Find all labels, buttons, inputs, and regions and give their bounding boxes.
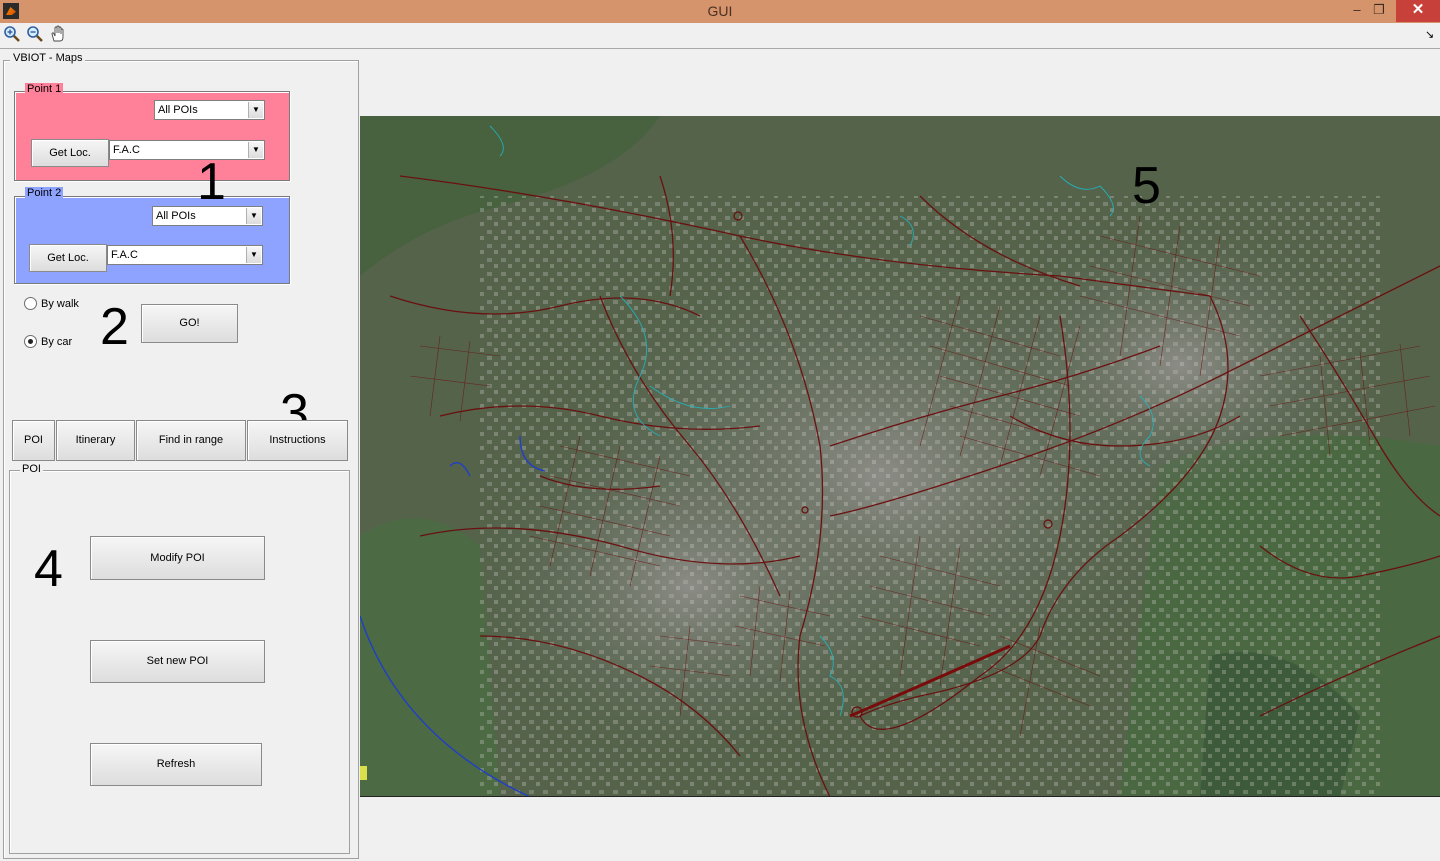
figure-toolbar: ↘ <box>0 23 1440 49</box>
tab-find-in-range[interactable]: Find in range <box>136 420 246 461</box>
point2-filter-value: All POIs <box>156 210 196 222</box>
set-new-poi-label: Set new POI <box>146 655 209 667</box>
modify-poi-button[interactable]: Modify POI <box>90 536 265 580</box>
chevron-down-icon: ▼ <box>246 247 261 263</box>
dock-arrow-icon[interactable]: ↘ <box>1425 28 1434 41</box>
point1-location-select[interactable]: F.A.C ▼ <box>109 140 265 160</box>
point2-location-value: F.A.C <box>111 249 138 261</box>
annotation-1: 1 <box>197 153 226 211</box>
chevron-down-icon: ▼ <box>248 142 263 158</box>
pan-hand-icon[interactable] <box>48 25 68 45</box>
zoom-out-icon[interactable] <box>25 25 45 45</box>
chevron-down-icon: ▼ <box>246 208 261 224</box>
tab-instructions-label: Instructions <box>269 434 326 446</box>
panel-title: VBIOT - Maps <box>10 52 86 64</box>
point1-label: Point 1 <box>25 83 64 95</box>
map-view[interactable]: 5 <box>360 116 1440 797</box>
go-button[interactable]: GO! <box>141 304 238 343</box>
point2-location-select[interactable]: F.A.C ▼ <box>107 245 263 265</box>
point2-get-location-label: Get Loc. <box>47 252 89 264</box>
point1-location-value: F.A.C <box>113 144 140 156</box>
tab-find-in-range-label: Find in range <box>158 434 224 446</box>
point1-filter-select[interactable]: All POIs ▼ <box>154 100 265 120</box>
tab-poi[interactable]: POI <box>12 420 55 461</box>
refresh-button[interactable]: Refresh <box>90 743 262 786</box>
zoom-in-icon[interactable] <box>2 25 22 45</box>
refresh-label: Refresh <box>156 758 196 770</box>
point1-get-location-label: Get Loc. <box>49 147 91 159</box>
point1-filter-value: All POIs <box>158 104 198 116</box>
by-car-label: By car <box>41 336 73 348</box>
point1-get-location-button[interactable]: Get Loc. <box>31 139 109 167</box>
tab-itinerary-label: Itinerary <box>75 434 116 446</box>
go-button-label: GO! <box>179 317 200 329</box>
close-button[interactable]: ✕ <box>1396 0 1440 22</box>
modify-poi-label: Modify POI <box>150 552 205 564</box>
window-title: GUI <box>707 3 733 19</box>
set-new-poi-button[interactable]: Set new POI <box>90 640 265 683</box>
chevron-down-icon: ▼ <box>248 102 263 118</box>
point2-get-location-button[interactable]: Get Loc. <box>29 244 107 272</box>
tab-poi-label: POI <box>24 434 43 446</box>
annotation-5: 5 <box>1132 157 1161 215</box>
point2-label: Point 2 <box>25 187 64 199</box>
poi-group-label: POI <box>20 463 43 475</box>
tab-instructions[interactable]: Instructions <box>247 420 348 461</box>
annotation-4: 4 <box>34 540 63 598</box>
annotation-2: 2 <box>100 298 129 356</box>
satellite-map-image <box>360 116 1440 796</box>
by-car-radio[interactable] <box>24 335 37 348</box>
tab-itinerary[interactable]: Itinerary <box>56 420 135 461</box>
maximize-button[interactable]: ❐ <box>1366 0 1392 22</box>
by-walk-label: By walk <box>41 298 79 310</box>
by-walk-radio[interactable] <box>24 297 37 310</box>
